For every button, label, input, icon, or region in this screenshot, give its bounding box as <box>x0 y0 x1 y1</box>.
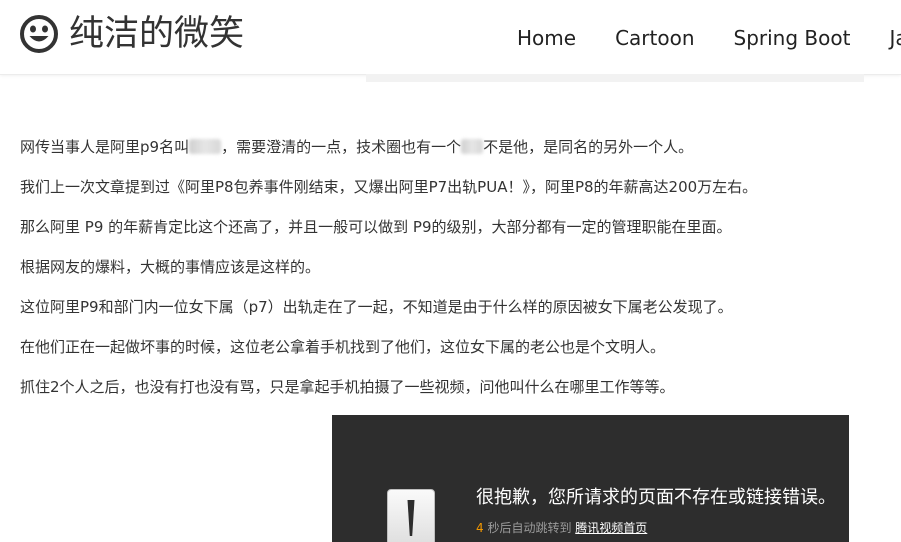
redirect-text: 秒后自动跳转到 <box>483 521 576 535</box>
text-fragment: ，需要澄清的一点，技术圈也有一个 <box>221 138 462 156</box>
site-title: 纯洁的微笑 <box>69 14 245 54</box>
article-paragraph: 我们上一次文章提到过《阿里P8包养事件刚结束，又爆出阿里P7出轨PUA！》，阿里… <box>20 178 758 196</box>
article-paragraph: 在他们正在一起做坏事的时候，这位老公拿着手机找到了他们，这位女下属的老公也是个文… <box>20 338 666 356</box>
nav-cartoon[interactable]: Cartoon <box>615 22 694 54</box>
site-header: 纯洁的微笑 Home Cartoon Spring Boot Ja <box>0 0 901 75</box>
header-shadow-strip <box>366 74 864 82</box>
article-paragraph: 根据网友的爆料，大概的事情应该是这样的。 <box>20 258 321 276</box>
site-logo[interactable]: 纯洁的微笑 <box>19 12 244 56</box>
article-body: 网传当事人是阿里p9名叫 ，需要澄清的一点，技术圈也有一个 不是他，是同名的另外一个… <box>20 137 880 417</box>
blurred-name <box>189 139 222 154</box>
nav-spring-boot[interactable]: Spring Boot <box>734 22 851 54</box>
nav-java[interactable]: Ja <box>889 22 901 54</box>
countdown-number: 4 <box>476 521 484 535</box>
exclamation-warning-icon <box>407 500 415 536</box>
error-message: 很抱歉，您所请求的页面不存在或链接错误。 <box>476 487 836 508</box>
warning-tile <box>387 489 435 542</box>
embedded-video-error: 很抱歉，您所请求的页面不存在或链接错误。 4 秒后自动跳转到 腾讯视频首页 <box>332 415 849 542</box>
main-nav: Home Cartoon Spring Boot Ja <box>517 22 901 54</box>
smiley-face-icon <box>20 15 58 53</box>
tencent-video-home-link[interactable]: 腾讯视频首页 <box>575 521 647 535</box>
text-fragment: 不是他，是同名的另外一个人。 <box>483 138 694 156</box>
nav-home[interactable]: Home <box>517 22 576 54</box>
blurred-name <box>461 139 484 154</box>
text-fragment: 网传当事人是阿里p9名叫 <box>20 138 190 156</box>
article-paragraph: 网传当事人是阿里p9名叫 ，需要澄清的一点，技术圈也有一个 不是他，是同名的另外一个… <box>20 137 880 157</box>
article-paragraph: 抓住2个人之后，也没有打也没有骂，只是拿起手机拍摄了一些视频，问他叫什么在哪里工… <box>20 378 675 396</box>
redirect-notice: 4 秒后自动跳转到 腾讯视频首页 <box>476 520 647 536</box>
article-paragraph: 这位阿里P9和部门内一位女下属（p7）出轨走在了一起，不知道是由于什么样的原因被… <box>20 298 733 316</box>
article-paragraph: 那么阿里 P9 的年薪肯定比这个还高了，并且一般可以做到 P9的级别，大部分都有… <box>20 218 732 236</box>
